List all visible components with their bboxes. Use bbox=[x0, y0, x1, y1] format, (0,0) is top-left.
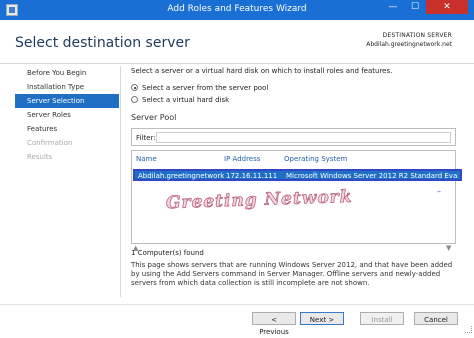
nav-item-server-selection[interactable]: Server Selection bbox=[15, 94, 119, 108]
row-ip: 172.16.11.111 bbox=[226, 172, 278, 180]
footer-divider bbox=[0, 304, 474, 305]
nav-item-confirmation: Confirmation bbox=[27, 139, 73, 147]
cancel-button[interactable]: Cancel bbox=[414, 312, 458, 325]
radio-vhd-label: Select a virtual hard disk bbox=[142, 96, 230, 104]
maximize-button[interactable]: ☐ bbox=[404, 0, 426, 14]
resize-grip-icon[interactable] bbox=[465, 326, 472, 333]
nav-item-before-you-begin[interactable]: Before You Begin bbox=[15, 66, 119, 80]
server-pool-heading: Server Pool bbox=[131, 113, 177, 122]
filter-label: Filter: bbox=[136, 134, 156, 142]
scroll-right-icon[interactable]: ▼ bbox=[446, 244, 451, 252]
close-button[interactable]: ✕ bbox=[426, 0, 468, 14]
previous-button[interactable]: < Previous bbox=[252, 312, 296, 336]
row-marker: – bbox=[437, 187, 441, 196]
row-os: Microsoft Windows Server 2012 R2 Standar… bbox=[286, 172, 458, 180]
radio-vhd[interactable] bbox=[131, 96, 138, 103]
wizard-nav: Before You Begin Installation Type Serve… bbox=[15, 66, 119, 164]
column-header-os[interactable]: Operating System bbox=[284, 155, 347, 163]
radio-vhd-option[interactable]: Select a virtual hard disk bbox=[131, 96, 229, 104]
radio-server-pool[interactable] bbox=[131, 84, 138, 91]
computer-count: 1 Computer(s) found bbox=[131, 249, 204, 257]
minimize-button[interactable]: — bbox=[382, 0, 404, 14]
column-header-name[interactable]: Name bbox=[136, 155, 157, 163]
install-button[interactable]: Install bbox=[360, 312, 404, 325]
nav-item-installation-type[interactable]: Installation Type bbox=[15, 80, 119, 94]
nav-item-features[interactable]: Features bbox=[15, 122, 119, 136]
nav-item-results: Results bbox=[27, 153, 53, 161]
radio-server-pool-option[interactable]: Select a server from the server pool bbox=[131, 84, 268, 92]
radio-server-pool-label: Select a server from the server pool bbox=[142, 84, 269, 92]
nav-divider bbox=[120, 66, 121, 297]
wizard-header: Select destination server DESTINATION SE… bbox=[0, 20, 474, 64]
next-button[interactable]: Next > bbox=[300, 312, 344, 325]
page-title: Select destination server bbox=[15, 35, 190, 51]
destination-server-name: Abdilah.greetingnetwork.net bbox=[366, 41, 452, 48]
column-header-ip[interactable]: IP Address bbox=[224, 155, 260, 163]
destination-server-label: DESTINATION SERVER bbox=[382, 32, 452, 39]
description-text: This page shows servers that are running… bbox=[131, 261, 453, 287]
nav-item-server-roles[interactable]: Server Roles bbox=[15, 108, 119, 122]
filter-input[interactable] bbox=[156, 132, 451, 143]
table-row[interactable]: Abdilah.greetingnetwork... 172.16.11.111… bbox=[133, 169, 462, 181]
filter-box: Filter: bbox=[131, 128, 456, 146]
row-name: Abdilah.greetingnetwork... bbox=[138, 172, 224, 180]
title-bar: Add Roles and Features Wizard — ☐ ✕ bbox=[0, 0, 474, 20]
intro-text: Select a server or a virtual hard disk o… bbox=[131, 67, 393, 75]
